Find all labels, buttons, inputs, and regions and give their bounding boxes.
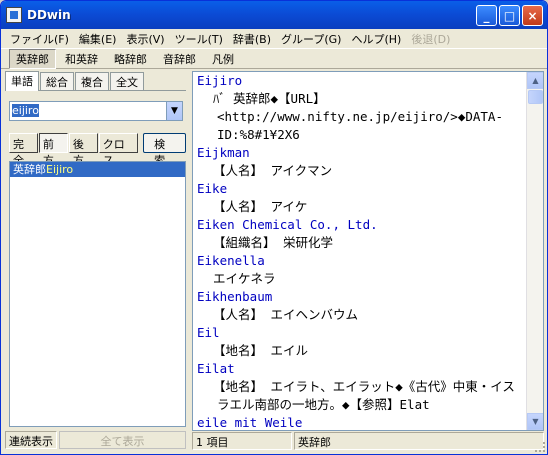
search-panel: 単語 総合 複合 全文 eijiro ▼ 完全 前方 後方 クロス 検索 英辞郎… bbox=[5, 71, 186, 451]
menu-back[interactable]: 後退(D) bbox=[406, 31, 455, 47]
dropdown-arrow-icon[interactable]: ▼ bbox=[166, 102, 182, 120]
maximize-button[interactable]: □ bbox=[499, 5, 520, 26]
entry: eile mit Weile bbox=[197, 414, 527, 430]
menu-view[interactable]: 表示(V) bbox=[121, 31, 169, 47]
entry-headword: Eil bbox=[197, 325, 220, 340]
entry: Eilat 【地名】 エイラト、エイラット◆《古代》中東・イスラエル南部の一地方。… bbox=[197, 360, 527, 414]
search-combo[interactable]: eijiro ▼ bbox=[9, 101, 183, 121]
entry: Eil 【地名】 エイル bbox=[197, 324, 527, 360]
entry-body: 【人名】 アイケ bbox=[213, 199, 308, 214]
menu-dictionary[interactable]: 辞書(B) bbox=[228, 31, 276, 47]
dict-button-ryakujiro[interactable]: 略辞郎 bbox=[107, 49, 154, 69]
dictionary-toolbar: 英辞郎 和英辞 略辞郎 音辞郎 凡例 bbox=[1, 48, 547, 69]
entry-headword: eile mit Weile bbox=[197, 415, 303, 430]
dict-button-onjiro[interactable]: 音辞郎 bbox=[156, 49, 203, 69]
scroll-thumb[interactable] bbox=[528, 90, 543, 104]
entry-body: エイケネラ bbox=[213, 271, 276, 286]
menu-group[interactable]: グループ(G) bbox=[276, 31, 346, 47]
entry: Eijiro ﾊﾞ 英辞郎◆【URL】<http://www.nifty.ne.… bbox=[197, 72, 527, 144]
close-button[interactable]: × bbox=[522, 5, 543, 26]
search-tabs: 単語 総合 複合 全文 bbox=[5, 71, 186, 91]
result-headword: Eijiro bbox=[46, 163, 74, 176]
item-count: 1 項目 bbox=[192, 432, 292, 450]
minimize-button[interactable]: _ bbox=[476, 5, 497, 26]
entry-body: 【人名】 アイクマン bbox=[213, 163, 333, 178]
entry-headword: Eikenella bbox=[197, 253, 265, 268]
app-window: DDwin _ □ × ファイル(F) 編集(E) 表示(V) ツール(T) 辞… bbox=[0, 0, 548, 455]
menu-bar: ファイル(F) 編集(E) 表示(V) ツール(T) 辞書(B) グループ(G)… bbox=[1, 29, 547, 48]
entry-body: 【地名】 エイラト、エイラット◆《古代》中東・イスラエル南部の一地方。◆【参照】… bbox=[213, 379, 515, 412]
resize-grip-icon[interactable] bbox=[535, 442, 545, 452]
tab-fulltext[interactable]: 全文 bbox=[110, 72, 144, 90]
mode-cross[interactable]: クロス bbox=[98, 133, 139, 167]
scroll-up-icon[interactable]: ▲ bbox=[527, 72, 543, 89]
dict-button-legend[interactable]: 凡例 bbox=[205, 49, 241, 69]
menu-tools[interactable]: ツール(T) bbox=[170, 31, 228, 47]
search-button[interactable]: 検索 bbox=[143, 133, 186, 167]
scroll-down-icon[interactable]: ▼ bbox=[527, 413, 543, 430]
entry-headword: Eijiro bbox=[197, 73, 243, 88]
list-item[interactable]: 英辞郎Eijiro bbox=[10, 162, 185, 177]
show-all-button[interactable]: 全て表示 bbox=[59, 431, 186, 449]
entry: Eiken Chemical Co., Ltd. 【組織名】 栄研化学 bbox=[197, 216, 527, 252]
current-dictionary: 英辞郎 bbox=[294, 432, 544, 450]
mode-suffix[interactable]: 後方 bbox=[68, 133, 98, 167]
tab-compound[interactable]: 複合 bbox=[75, 72, 109, 90]
entry: Eikhenbaum 【人名】 エイヘンバウム bbox=[197, 288, 527, 324]
entry-body: ﾊﾞ 英辞郎◆【URL】<http://www.nifty.ne.jp/eiji… bbox=[213, 91, 503, 142]
entry-headword: Eikhenbaum bbox=[197, 289, 273, 304]
dict-button-waeiji[interactable]: 和英辞 bbox=[58, 49, 105, 69]
entry-headword: Eiken Chemical Co., Ltd. bbox=[197, 217, 378, 232]
entry: Eike 【人名】 アイケ bbox=[197, 180, 527, 216]
menu-file[interactable]: ファイル(F) bbox=[5, 31, 74, 47]
app-icon[interactable] bbox=[6, 7, 22, 23]
menu-help[interactable]: ヘルプ(H) bbox=[346, 31, 406, 47]
entry-headword: Eilat bbox=[197, 361, 235, 376]
entry-body: 【地名】 エイル bbox=[213, 343, 309, 358]
dict-button-eijiro[interactable]: 英辞郎 bbox=[9, 48, 56, 69]
continuous-display-button[interactable]: 連続表示 bbox=[5, 431, 57, 449]
mode-exact[interactable]: 完全 bbox=[9, 133, 38, 167]
entry-view: Eijiro ﾊﾞ 英辞郎◆【URL】<http://www.nifty.ne.… bbox=[192, 71, 544, 431]
result-list: 英辞郎Eijiro bbox=[9, 161, 186, 427]
match-mode-group: 完全 前方 後方 クロス 検索 bbox=[9, 133, 186, 167]
status-bar: 1 項目 英辞郎 bbox=[192, 432, 544, 450]
entry: Eijkman 【人名】 アイクマン bbox=[197, 144, 527, 180]
entry-headword: Eike bbox=[197, 181, 228, 196]
entry-body: 【人名】 エイヘンバウム bbox=[213, 307, 359, 322]
search-input[interactable]: eijiro bbox=[12, 104, 39, 117]
result-dict: 英辞郎 bbox=[13, 163, 46, 176]
left-status-bar: 連続表示 全て表示 bbox=[5, 431, 186, 449]
title-bar[interactable]: DDwin _ □ × bbox=[1, 1, 547, 29]
tab-general[interactable]: 総合 bbox=[40, 72, 74, 90]
window-title: DDwin bbox=[27, 8, 71, 22]
entry: Eikenella エイケネラ bbox=[197, 252, 527, 288]
entry-headword: Eijkman bbox=[197, 145, 250, 160]
entry-content: Eijiro ﾊﾞ 英辞郎◆【URL】<http://www.nifty.ne.… bbox=[197, 72, 527, 430]
entry-body: 【組織名】 栄研化学 bbox=[213, 235, 334, 250]
tab-word[interactable]: 単語 bbox=[5, 71, 39, 91]
vertical-scrollbar[interactable]: ▲ ▼ bbox=[526, 72, 543, 430]
mode-prefix[interactable]: 前方 bbox=[38, 133, 68, 167]
menu-edit[interactable]: 編集(E) bbox=[74, 31, 122, 47]
